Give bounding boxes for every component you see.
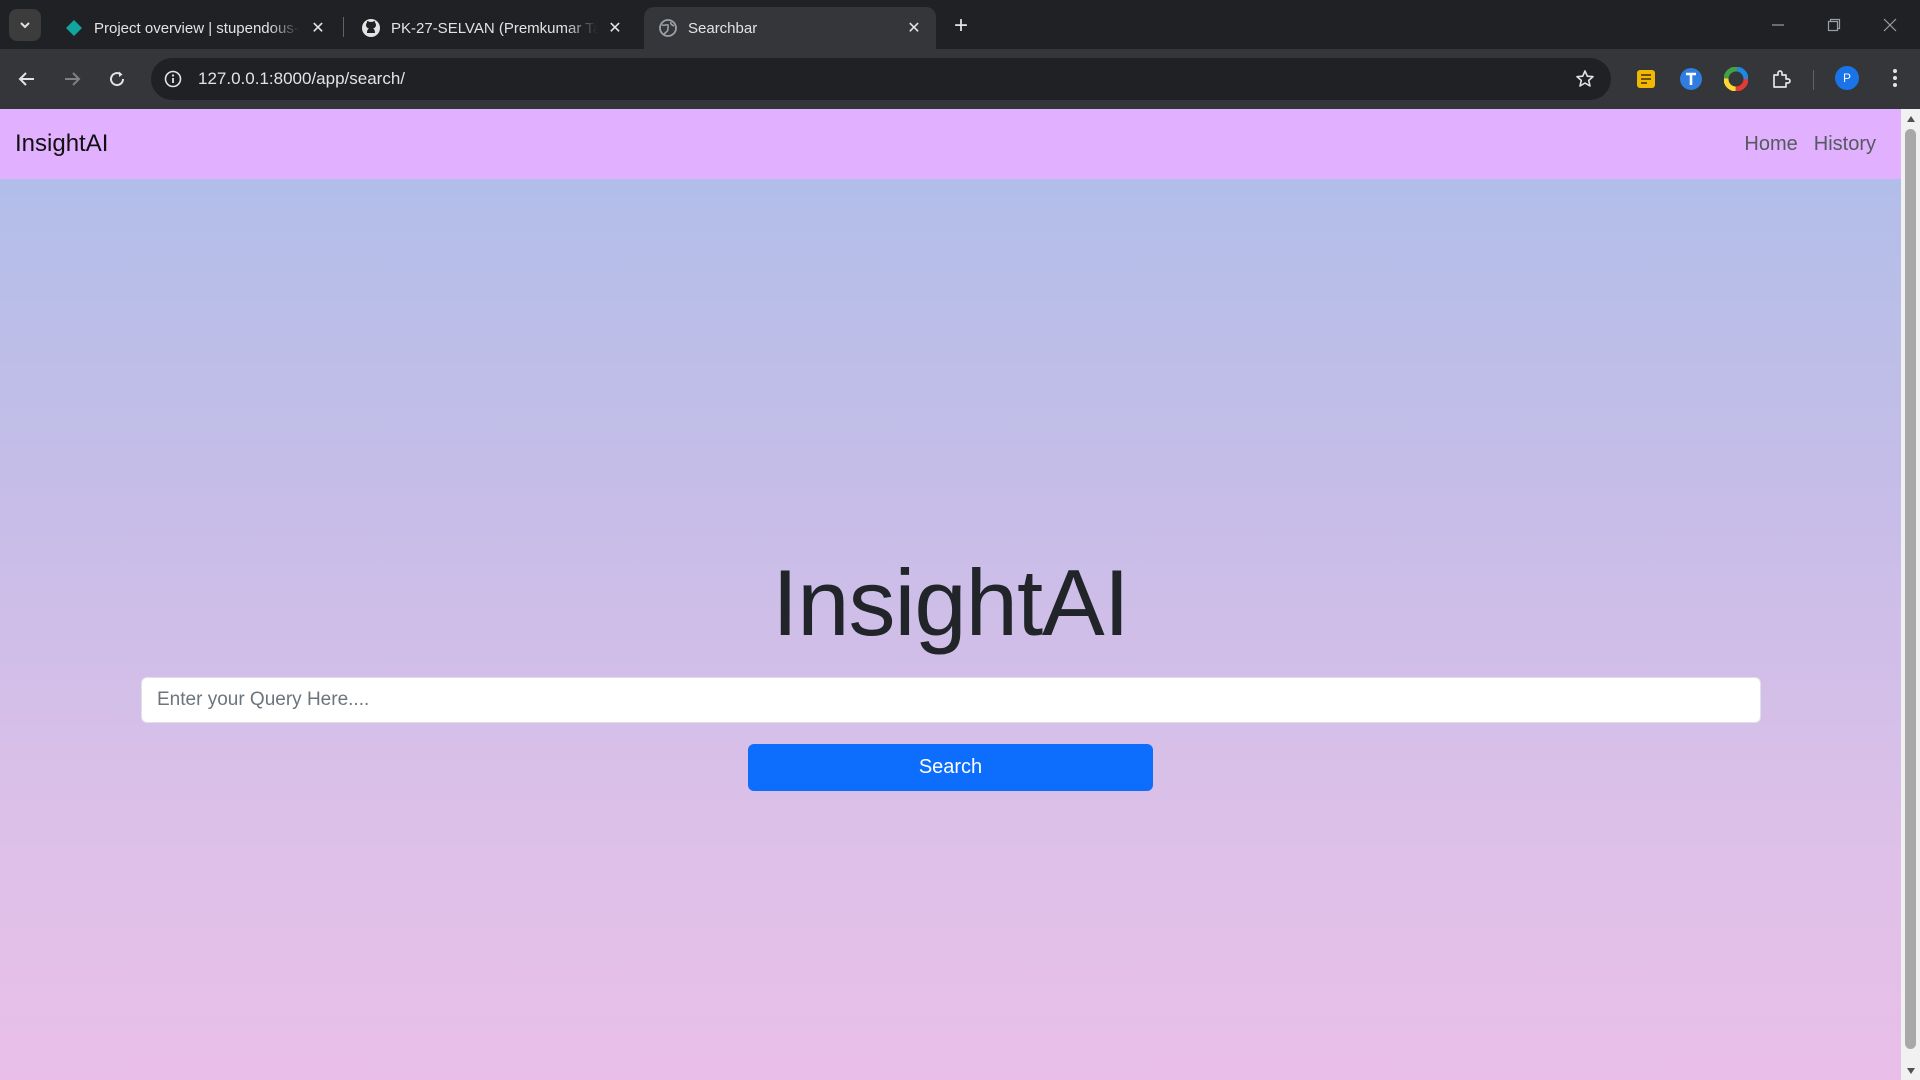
tab-strip: Project overview | stupendous-s ✕ PK-27-… <box>0 0 1920 49</box>
scroll-thumb[interactable] <box>1905 129 1916 1049</box>
color-picker-extension-icon[interactable] <box>1721 64 1751 94</box>
site-navbar: InsightAI Home History <box>0 109 1901 179</box>
scroll-down-arrow-icon[interactable] <box>1904 1064 1917 1077</box>
close-icon[interactable]: ✕ <box>902 16 926 40</box>
page-body: InsightAI Home History InsightAI Search <box>0 109 1901 1080</box>
close-window-button[interactable] <box>1862 0 1918 49</box>
close-icon <box>1883 18 1897 31</box>
address-bar[interactable]: 127.0.0.1:8000/app/search/ <box>151 58 1611 100</box>
reload-icon <box>110 71 125 87</box>
tab-searchbar[interactable]: Searchbar ✕ <box>644 7 936 49</box>
profile-avatar[interactable]: P <box>1835 66 1859 90</box>
reload-button[interactable] <box>99 61 135 97</box>
close-icon[interactable]: ✕ <box>603 16 627 40</box>
kebab-menu-icon[interactable] <box>1880 63 1910 93</box>
github-icon <box>361 18 381 38</box>
new-tab-button[interactable]: + <box>945 10 977 42</box>
arrow-left-icon <box>18 72 34 86</box>
site-info-icon[interactable] <box>158 64 188 94</box>
close-icon[interactable]: ✕ <box>306 16 330 40</box>
page-viewport: InsightAI Home History InsightAI Search <box>0 109 1920 1080</box>
url-text[interactable]: 127.0.0.1:8000/app/search/ <box>198 69 1569 89</box>
tab-search-button[interactable] <box>9 9 41 41</box>
tab-title: Searchbar <box>688 19 758 37</box>
extensions-puzzle-icon[interactable] <box>1766 64 1796 94</box>
page-scrollbar[interactable] <box>1901 109 1920 1080</box>
search-button[interactable]: Search <box>748 744 1153 791</box>
nav-link-home[interactable]: Home <box>1744 133 1797 156</box>
translate-extension-icon[interactable] <box>1676 64 1706 94</box>
navbar-brand[interactable]: InsightAI <box>15 130 108 158</box>
restore-button[interactable] <box>1806 0 1862 49</box>
forward-button[interactable] <box>54 61 90 97</box>
restore-icon <box>1827 18 1841 31</box>
page-title: InsightAI <box>772 550 1130 655</box>
arrow-right-icon <box>65 72 81 86</box>
notes-extension-icon[interactable] <box>1631 64 1661 94</box>
browser-toolbar: 127.0.0.1:8000/app/search/ <box>0 49 1920 109</box>
tab-title: PK-27-SELVAN (Premkumar Tam <box>391 19 597 37</box>
tab-project-overview[interactable]: Project overview | stupendous-s ✕ <box>50 7 340 49</box>
minimize-button[interactable] <box>1750 0 1806 49</box>
plus-icon: + <box>953 12 968 39</box>
tab-github[interactable]: PK-27-SELVAN (Premkumar Tam ✕ <box>347 7 637 49</box>
nav-link-history[interactable]: History <box>1814 133 1876 156</box>
nav-links: Home History <box>1728 133 1876 156</box>
scroll-up-arrow-icon[interactable] <box>1904 112 1917 125</box>
toolbar-divider <box>1813 70 1814 90</box>
minimize-icon <box>1772 23 1784 26</box>
chevron-down-icon <box>20 22 30 29</box>
bookmark-star-icon[interactable] <box>1569 63 1601 95</box>
diamond-icon <box>64 18 84 38</box>
tab-title: Project overview | stupendous-s <box>94 19 300 37</box>
globe-icon <box>658 18 678 38</box>
query-input[interactable] <box>141 677 1761 723</box>
back-button[interactable] <box>9 61 45 97</box>
tab-divider <box>343 17 344 37</box>
